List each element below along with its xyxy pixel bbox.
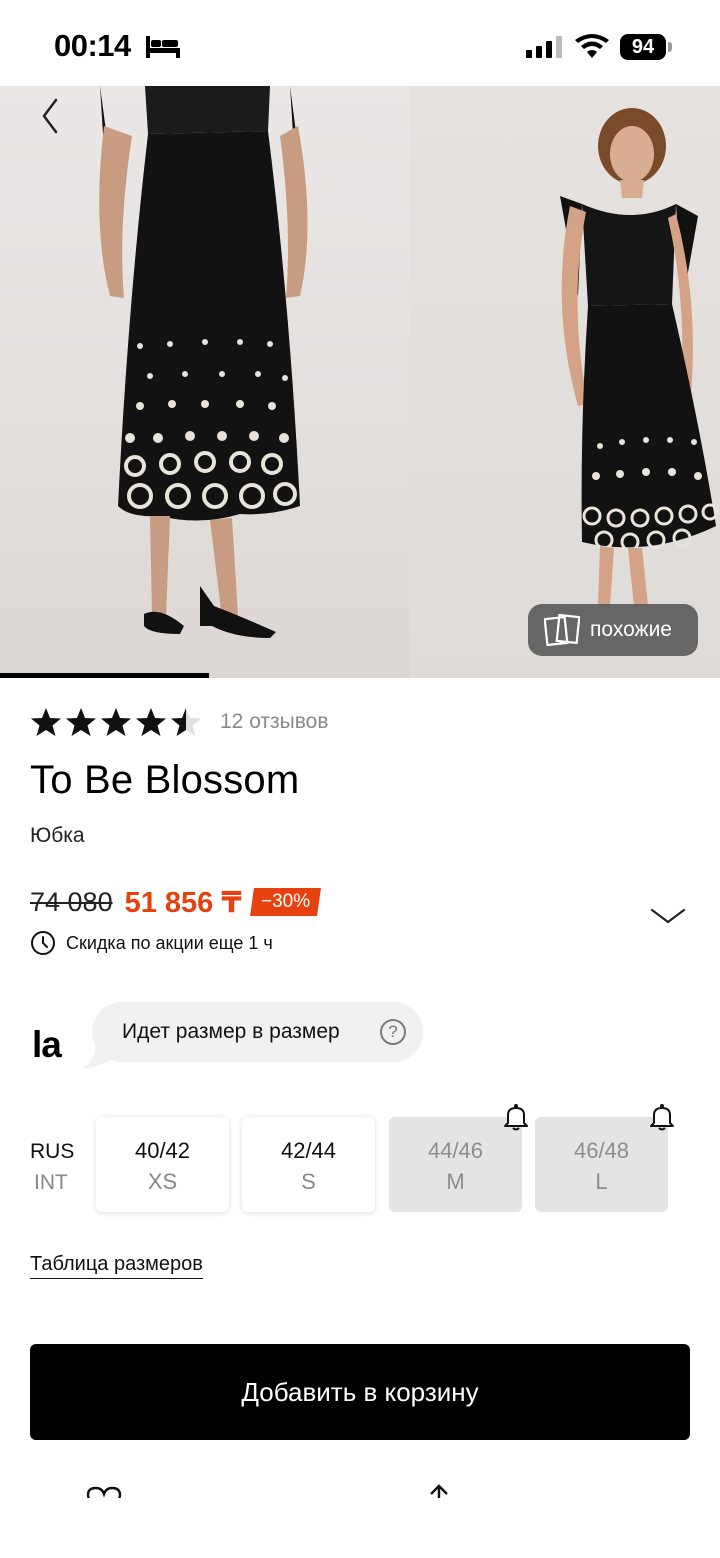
product-brand[interactable]: To Be Blossom — [30, 758, 299, 803]
promo-row: Скидка по акции еще 1 ч — [30, 930, 273, 956]
status-time: 00:14 — [54, 28, 131, 63]
size-table-link[interactable]: Таблица размеров — [30, 1253, 203, 1279]
similar-cards-icon — [544, 614, 580, 646]
bed-icon — [146, 36, 180, 58]
star-icon — [171, 708, 201, 736]
size-label-int: INT — [34, 1171, 68, 1194]
old-price: 74 080 — [30, 886, 113, 917]
size-rus: 42/44 — [280, 1138, 337, 1163]
size-system-labels: RUS INT — [30, 1136, 74, 1198]
clock-icon — [31, 931, 55, 955]
size-option-44-46[interactable]: 44/46 M — [389, 1117, 522, 1212]
skirt-closeup-illustration — [99, 86, 308, 638]
gallery-progress — [0, 673, 720, 678]
signal-icon — [526, 36, 562, 58]
share-icon[interactable] — [424, 1484, 454, 1498]
gallery-progress-fill — [0, 673, 209, 678]
battery-icon: 94 — [620, 34, 666, 60]
product-category: Юбка — [30, 824, 85, 847]
bell-icon[interactable] — [648, 1103, 676, 1131]
size-rus: 44/46 — [427, 1138, 484, 1163]
bell-icon[interactable] — [502, 1103, 530, 1131]
product-photo-1[interactable] — [0, 86, 410, 678]
store-logo: la — [32, 1024, 62, 1065]
secondary-actions-row — [0, 1484, 720, 1498]
battery-level: 94 — [631, 36, 655, 58]
status-bar: 00:14 94 — [0, 0, 720, 86]
rating-row[interactable]: 12 отзывов — [30, 704, 329, 740]
size-label-rus: RUS — [30, 1140, 75, 1163]
price-row: 74 080 51 856 ₸ −30% — [30, 884, 321, 920]
size-option-46-48[interactable]: 46/48 L — [535, 1117, 668, 1212]
similar-button[interactable]: похожие — [528, 604, 698, 656]
star-icon — [101, 708, 131, 736]
size-rus: 40/42 — [134, 1138, 191, 1163]
product-photo-2[interactable] — [410, 86, 720, 678]
size-int: XS — [147, 1169, 178, 1194]
size-option-42-44[interactable]: 42/44 S — [242, 1117, 375, 1212]
discount-label: −30% — [260, 891, 310, 912]
battery-cap — [668, 42, 672, 52]
fit-message-text: Идет размер в размер — [122, 1020, 340, 1043]
discount-badge: −30% — [249, 888, 321, 916]
size-int: L — [595, 1169, 608, 1194]
wifi-icon — [575, 34, 609, 58]
star-icon — [136, 708, 166, 736]
fit-message: Идет размер в размер — [92, 1002, 423, 1062]
add-to-cart-button[interactable]: Добавить в корзину — [30, 1344, 690, 1440]
back-chevron-icon[interactable] — [36, 96, 66, 136]
reviews-count[interactable]: 12 отзывов — [220, 710, 329, 734]
size-option-40-42[interactable]: 40/42 XS — [96, 1117, 229, 1212]
chevron-down-icon[interactable] — [650, 906, 686, 928]
rating-stars — [30, 706, 202, 738]
size-rus: 46/48 — [573, 1138, 630, 1163]
promo-text: Скидка по акции еще 1 ч — [66, 932, 273, 953]
help-icon[interactable]: ? — [380, 1019, 406, 1045]
new-price: 51 856 ₸ — [124, 886, 242, 919]
heart-icon[interactable] — [86, 1486, 122, 1498]
similar-label: похожие — [590, 618, 672, 641]
size-int: S — [301, 1169, 316, 1194]
star-icon — [31, 708, 61, 736]
size-int: M — [446, 1169, 465, 1194]
star-icon — [66, 708, 96, 736]
model-full-illustration — [560, 108, 719, 606]
product-gallery[interactable]: похожие — [0, 86, 720, 678]
